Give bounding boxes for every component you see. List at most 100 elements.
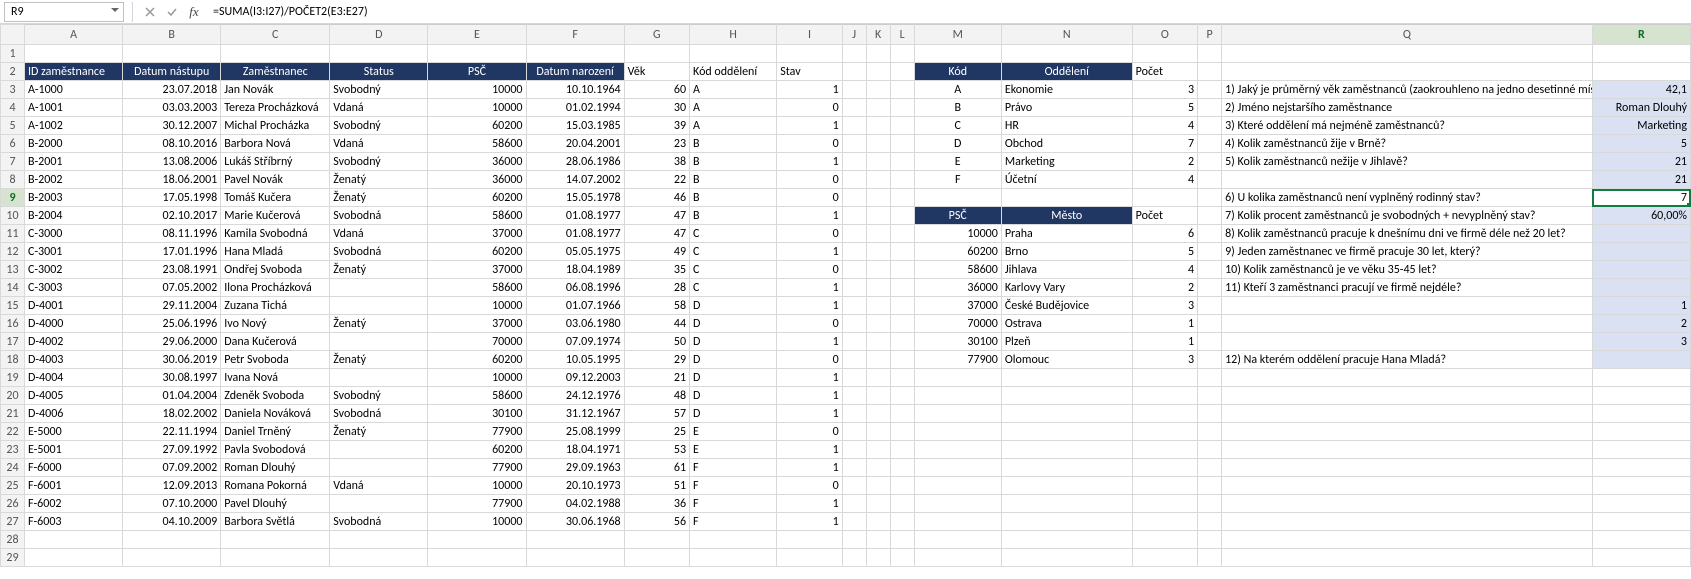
cell-O4[interactable]: 5: [1132, 99, 1197, 117]
cell-I13[interactable]: 0: [777, 261, 842, 279]
cell-M29[interactable]: [914, 549, 1001, 567]
cell-D17[interactable]: [330, 333, 428, 351]
cell-Q19[interactable]: [1222, 369, 1593, 387]
cell-N12[interactable]: Brno: [1001, 243, 1132, 261]
row-header-26[interactable]: 26: [1, 495, 25, 513]
cell-N9[interactable]: [1001, 189, 1132, 207]
cell-L23[interactable]: [890, 441, 914, 459]
cell-B9[interactable]: 17.05.1998: [123, 189, 221, 207]
cell-H6[interactable]: B: [690, 135, 777, 153]
cell-Q20[interactable]: [1222, 387, 1593, 405]
col-header-Q[interactable]: Q: [1222, 25, 1593, 45]
cell-K25[interactable]: [866, 477, 890, 495]
cell-F25[interactable]: 20.10.1973: [526, 477, 624, 495]
cell-G21[interactable]: 57: [624, 405, 689, 423]
cell-E5[interactable]: 60200: [428, 117, 526, 135]
cell-R14[interactable]: [1592, 279, 1690, 297]
cell-J12[interactable]: [842, 243, 866, 261]
cell-A3[interactable]: A-1000: [24, 81, 122, 99]
cell-N16[interactable]: Ostrava: [1001, 315, 1132, 333]
cell-Q14[interactable]: 11) Kteří 3 zaměstnanci pracují ve firmě…: [1222, 279, 1593, 297]
cell-H7[interactable]: B: [690, 153, 777, 171]
cell-H12[interactable]: C: [690, 243, 777, 261]
cell-B21[interactable]: 18.02.2002: [123, 405, 221, 423]
cell-A16[interactable]: D-4000: [24, 315, 122, 333]
cell-M3[interactable]: A: [914, 81, 1001, 99]
cell-C1[interactable]: [221, 45, 330, 63]
cell-O17[interactable]: 1: [1132, 333, 1197, 351]
cell-L20[interactable]: [890, 387, 914, 405]
cell-B11[interactable]: 08.11.1996: [123, 225, 221, 243]
cell-L8[interactable]: [890, 171, 914, 189]
cell-L29[interactable]: [890, 549, 914, 567]
cell-B18[interactable]: 30.06.2019: [123, 351, 221, 369]
spreadsheet-grid[interactable]: ABCDEFGHIJKLMNOPQR12ID zaměstnanceDatum …: [0, 24, 1691, 567]
cell-D8[interactable]: Ženatý: [330, 171, 428, 189]
cell-P15[interactable]: [1198, 297, 1222, 315]
row-header-6[interactable]: 6: [1, 135, 25, 153]
cell-B24[interactable]: 07.09.2002: [123, 459, 221, 477]
cell-A14[interactable]: C-3003: [24, 279, 122, 297]
cell-I4[interactable]: 0: [777, 99, 842, 117]
cell-H5[interactable]: A: [690, 117, 777, 135]
cell-M1[interactable]: [914, 45, 1001, 63]
cell-E29[interactable]: [428, 549, 526, 567]
cell-B26[interactable]: 07.10.2000: [123, 495, 221, 513]
row-header-12[interactable]: 12: [1, 243, 25, 261]
cell-O25[interactable]: [1132, 477, 1197, 495]
cell-P22[interactable]: [1198, 423, 1222, 441]
cell-A25[interactable]: F-6001: [24, 477, 122, 495]
cell-K5[interactable]: [866, 117, 890, 135]
cell-H8[interactable]: B: [690, 171, 777, 189]
cell-Q22[interactable]: [1222, 423, 1593, 441]
cell-R24[interactable]: [1592, 459, 1690, 477]
cell-E8[interactable]: 36000: [428, 171, 526, 189]
cell-L7[interactable]: [890, 153, 914, 171]
cell-C3[interactable]: Jan Novák: [221, 81, 330, 99]
cell-M10[interactable]: PSČ: [914, 207, 1001, 225]
cell-H21[interactable]: D: [690, 405, 777, 423]
cell-F9[interactable]: 15.05.1978: [526, 189, 624, 207]
cell-N28[interactable]: [1001, 531, 1132, 549]
cell-N5[interactable]: HR: [1001, 117, 1132, 135]
cell-M13[interactable]: 58600: [914, 261, 1001, 279]
cell-I15[interactable]: 1: [777, 297, 842, 315]
cell-D11[interactable]: Vdaná: [330, 225, 428, 243]
cell-M12[interactable]: 60200: [914, 243, 1001, 261]
cell-J8[interactable]: [842, 171, 866, 189]
cell-J11[interactable]: [842, 225, 866, 243]
cell-I11[interactable]: 0: [777, 225, 842, 243]
cell-P14[interactable]: [1198, 279, 1222, 297]
cell-P21[interactable]: [1198, 405, 1222, 423]
cell-O16[interactable]: 1: [1132, 315, 1197, 333]
cell-L22[interactable]: [890, 423, 914, 441]
cell-K23[interactable]: [866, 441, 890, 459]
cell-F17[interactable]: 07.09.1974: [526, 333, 624, 351]
cell-B6[interactable]: 08.10.2016: [123, 135, 221, 153]
cell-A9[interactable]: B-2003: [24, 189, 122, 207]
cell-F16[interactable]: 03.06.1980: [526, 315, 624, 333]
cell-G10[interactable]: 47: [624, 207, 689, 225]
col-header-D[interactable]: D: [330, 25, 428, 45]
row-header-23[interactable]: 23: [1, 441, 25, 459]
col-header-C[interactable]: C: [221, 25, 330, 45]
cell-O18[interactable]: 3: [1132, 351, 1197, 369]
cell-D13[interactable]: Ženatý: [330, 261, 428, 279]
cell-F13[interactable]: 18.04.1989: [526, 261, 624, 279]
cancel-icon[interactable]: [141, 3, 159, 21]
cell-O29[interactable]: [1132, 549, 1197, 567]
cell-J10[interactable]: [842, 207, 866, 225]
cell-C20[interactable]: Zdeněk Svoboda: [221, 387, 330, 405]
cell-G6[interactable]: 23: [624, 135, 689, 153]
cell-M4[interactable]: B: [914, 99, 1001, 117]
cell-C7[interactable]: Lukáš Stříbrný: [221, 153, 330, 171]
cell-P7[interactable]: [1198, 153, 1222, 171]
cell-F15[interactable]: 01.07.1966: [526, 297, 624, 315]
row-header-21[interactable]: 21: [1, 405, 25, 423]
row-header-19[interactable]: 19: [1, 369, 25, 387]
cell-A4[interactable]: A-1001: [24, 99, 122, 117]
cell-R8[interactable]: 21: [1592, 171, 1690, 189]
cell-L10[interactable]: [890, 207, 914, 225]
cell-A2[interactable]: ID zaměstnance: [24, 63, 122, 81]
cell-J18[interactable]: [842, 351, 866, 369]
